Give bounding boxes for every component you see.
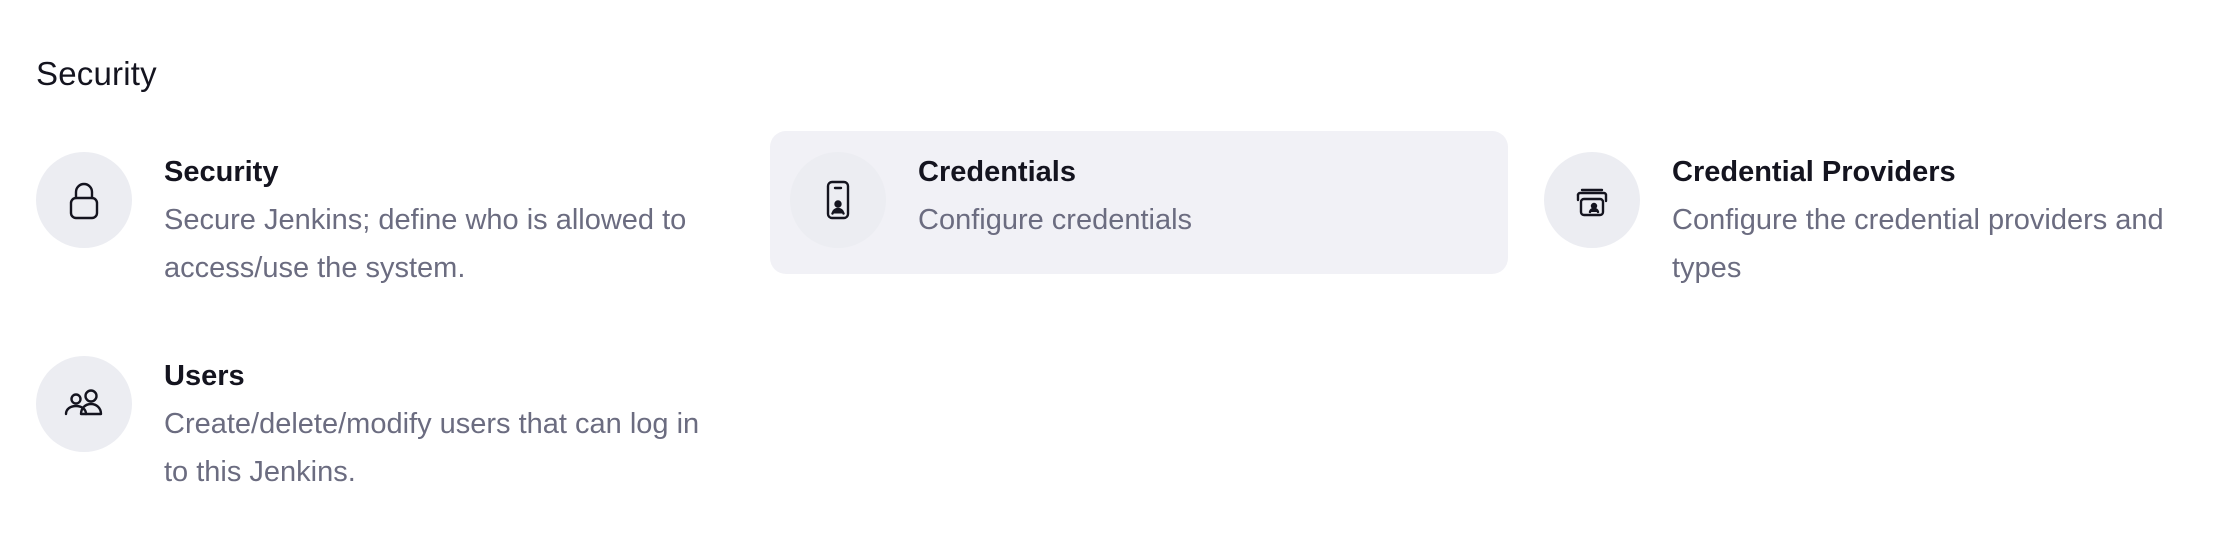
section-title: Security	[36, 55, 157, 92]
users-item-description: Create/delete/modify users that can log …	[164, 408, 700, 488]
credentials-item-title: Credentials	[918, 156, 1076, 188]
security-item-description: Secure Jenkins; define who is allowed to…	[164, 204, 687, 284]
credentials-item[interactable]: Credentials Configure credentials	[770, 131, 1508, 274]
id-badge-icon	[826, 180, 850, 220]
security-item[interactable]: Security Secure Jenkins; define who is a…	[36, 152, 726, 292]
credential-providers-item-title: Credential Providers	[1672, 156, 1956, 188]
lock-icon	[69, 182, 99, 220]
security-section: Security Security Secure Jenkins; define…	[0, 0, 2236, 542]
credential-providers-item-text: Credential Providers Configure the crede…	[1672, 152, 2232, 292]
credential-stack-icon-wrap	[1544, 152, 1640, 248]
users-item-title: Users	[164, 360, 245, 392]
credential-stack-icon	[1576, 188, 1608, 217]
id-badge-icon-wrap	[790, 152, 886, 248]
security-item-text: Security Secure Jenkins; define who is a…	[164, 152, 704, 292]
security-item-title: Security	[164, 156, 279, 188]
credential-providers-item-description: Configure the credential providers and t…	[1672, 204, 2164, 284]
users-icon-wrap	[36, 356, 132, 452]
users-item[interactable]: Users Create/delete/modify users that ca…	[36, 356, 726, 496]
credential-providers-item[interactable]: Credential Providers Configure the crede…	[1544, 152, 2234, 292]
credentials-item-text: Credentials Configure credentials	[918, 152, 1192, 244]
users-icon	[64, 389, 103, 416]
credentials-item-description: Configure credentials	[918, 204, 1193, 236]
lock-icon-wrap	[36, 152, 132, 248]
users-item-text: Users Create/delete/modify users that ca…	[164, 356, 704, 496]
